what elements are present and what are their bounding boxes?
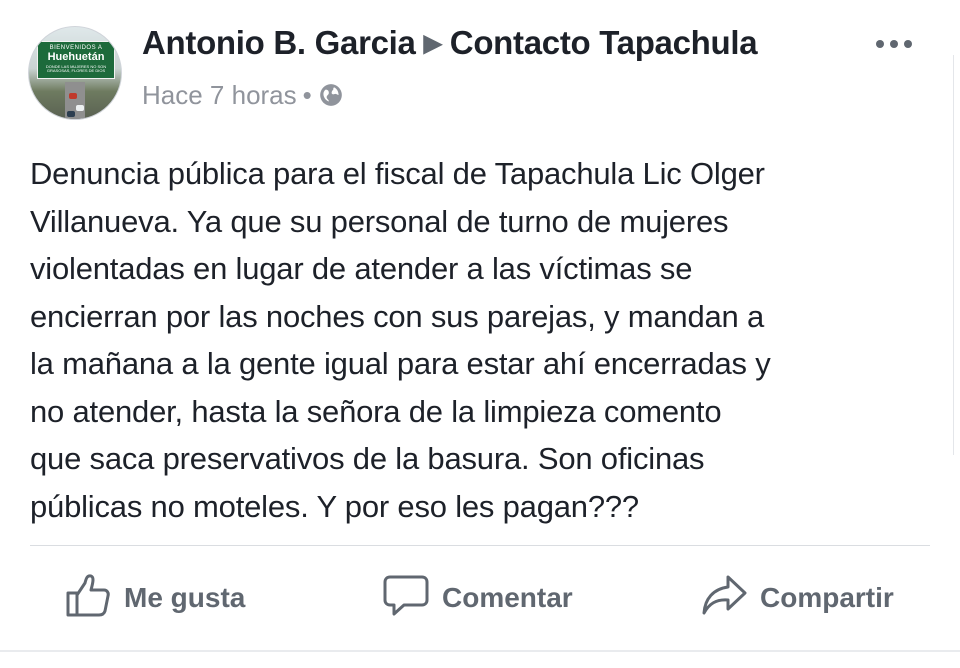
- post-text-line: Denuncia pública para el fiscal de Tapac…: [30, 156, 765, 191]
- post-text-line: que saca preservativos de la basura. Son…: [30, 441, 705, 476]
- like-label: Me gusta: [124, 582, 246, 613]
- group-name[interactable]: Contacto Tapachula: [450, 24, 758, 61]
- comment-label: Comentar: [442, 582, 573, 613]
- comment-icon: [382, 571, 430, 626]
- meta-separator: •: [302, 80, 312, 110]
- share-icon: [700, 571, 748, 626]
- share-button[interactable]: Compartir: [700, 570, 894, 626]
- post-text: Denuncia pública para el fiscal de Tapac…: [30, 150, 940, 530]
- author-name[interactable]: Antonio B. Garcia: [142, 24, 416, 61]
- more-icon: [876, 40, 912, 48]
- like-button[interactable]: Me gusta: [64, 570, 245, 626]
- right-edge: [953, 55, 960, 455]
- arrow-icon: ▶: [423, 30, 442, 57]
- avatar-sign: BIENVENIDOS A Huehuetán DONDE LAS MUJERE…: [37, 41, 115, 79]
- avatar-car: [69, 93, 77, 99]
- post-meta: Hace 7 horas •: [142, 80, 344, 111]
- post-text-line: encierran por las noches con sus parejas…: [30, 298, 765, 334]
- comment-button[interactable]: Comentar: [382, 570, 573, 626]
- post-text-line: no atender, hasta la señora de la limpie…: [30, 393, 722, 429]
- avatar-sign-line3: DONDE LAS MUJERES NO SON GRASOSAS, FLORE…: [45, 64, 107, 73]
- post-text-line: violentadas en lugar de atender a las ví…: [30, 251, 693, 286]
- post-text-line: públicas no moteles. Y por eso les pagan…: [30, 488, 639, 524]
- avatar[interactable]: BIENVENIDOS A Huehuetán DONDE LAS MUJERE…: [28, 26, 122, 120]
- post-header: Antonio B. Garcia ▶ Contacto Tapachula: [142, 24, 758, 62]
- post-time[interactable]: Hace 7 horas: [142, 80, 297, 110]
- avatar-car: [76, 105, 84, 111]
- share-label: Compartir: [760, 582, 894, 613]
- bottom-divider: [0, 650, 960, 652]
- more-options-button[interactable]: [872, 36, 916, 57]
- post-text-line: Villanueva. Ya que su personal de turno …: [30, 203, 729, 239]
- avatar-car: [67, 111, 75, 117]
- actions-divider: [30, 545, 930, 546]
- post-text-line: la mañana a la gente igual para estar ah…: [30, 346, 771, 381]
- avatar-sign-line2: Huehuetán: [47, 51, 105, 63]
- thumbs-up-icon: [64, 571, 112, 626]
- globe-icon: [318, 80, 344, 110]
